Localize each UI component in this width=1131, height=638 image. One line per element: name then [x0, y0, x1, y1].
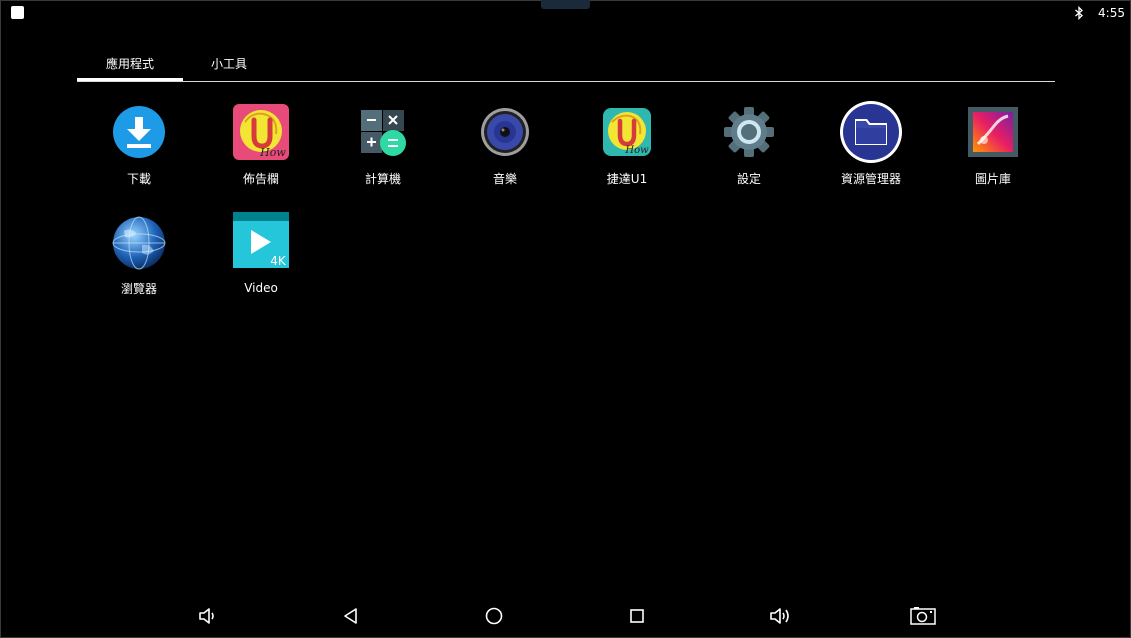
- screen-frame: [0, 0, 1131, 638]
- settings-gear-icon: [720, 104, 778, 162]
- notification-icon[interactable]: [11, 6, 24, 19]
- volume-down-icon[interactable]: [194, 603, 222, 629]
- video-4k-icon: 4K: [232, 212, 290, 270]
- back-icon[interactable]: [337, 603, 365, 629]
- tab-widgets[interactable]: 小工具: [183, 45, 275, 81]
- browser-globe-icon: [110, 215, 168, 273]
- svg-text:4K: 4K: [270, 254, 287, 268]
- app-music[interactable]: 音樂: [444, 104, 566, 204]
- tab-divider: [77, 81, 1055, 82]
- app-calculator[interactable]: 計算機: [322, 104, 444, 204]
- uhow-bulletin-icon: How: [232, 104, 290, 162]
- app-label: 圖片庫: [974, 172, 1011, 186]
- recents-icon[interactable]: [623, 603, 651, 629]
- app-video[interactable]: 4K Video: [200, 212, 322, 315]
- app-label: 瀏覽器: [120, 282, 157, 296]
- calculator-icon: [354, 104, 412, 162]
- app-label: 資源管理器: [840, 172, 901, 186]
- app-gallery[interactable]: 圖片庫: [932, 104, 1054, 204]
- tab-widgets-label: 小工具: [210, 56, 247, 71]
- tab-apps[interactable]: 應用程式: [77, 45, 183, 81]
- volume-up-icon[interactable]: [766, 603, 794, 629]
- app-download[interactable]: 下載: [78, 104, 200, 204]
- status-bar: 4:55: [1074, 4, 1125, 22]
- app-uhow-u1[interactable]: How 捷達U1: [566, 104, 688, 204]
- app-label: 下載: [126, 172, 151, 186]
- svg-text:How: How: [259, 146, 286, 159]
- app-browser[interactable]: 瀏覽器: [78, 215, 200, 315]
- home-icon[interactable]: [480, 603, 508, 629]
- pull-down-handle[interactable]: [541, 0, 590, 9]
- app-bulletin[interactable]: How 佈告欄: [200, 104, 322, 204]
- app-label: 捷達U1: [606, 172, 648, 186]
- tab-bar: 應用程式 小工具: [77, 45, 1055, 83]
- app-file-manager[interactable]: 資源管理器: [810, 101, 932, 204]
- app-label: Video: [244, 281, 278, 295]
- bluetooth-icon: [1074, 6, 1084, 20]
- app-label: 設定: [736, 172, 761, 186]
- clock: 4:55: [1098, 6, 1125, 20]
- gallery-icon: [964, 104, 1022, 162]
- download-icon: [110, 104, 168, 162]
- music-speaker-icon: [476, 104, 534, 162]
- app-label: 計算機: [364, 172, 401, 186]
- screenshot-camera-icon[interactable]: [909, 603, 937, 629]
- app-settings[interactable]: 設定: [688, 104, 810, 204]
- app-label: 佈告欄: [242, 172, 279, 186]
- svg-text:How: How: [624, 145, 649, 156]
- uhow-app-icon: How: [598, 104, 656, 162]
- app-label: 音樂: [492, 172, 517, 186]
- file-manager-folder-icon: [839, 100, 903, 164]
- tab-apps-label: 應用程式: [105, 56, 154, 71]
